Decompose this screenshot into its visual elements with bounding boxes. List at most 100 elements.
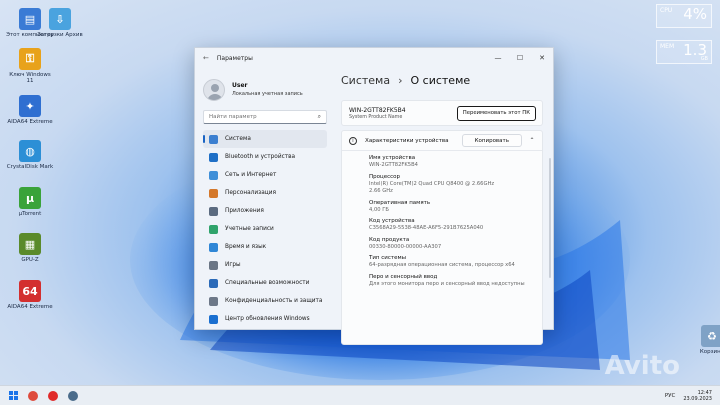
rename-pc-button[interactable]: Переименовать этот ПК [456,105,536,121]
mem-gadget: MEM 1.3 GB [656,40,712,64]
desktop-icon[interactable]: ◍ CrystalDisk Mark [6,140,54,170]
cpu-label: CPU [660,7,673,14]
desktop-icon[interactable]: 64 AIDA64 Extreme [6,280,54,310]
desktop-icon-label: AIDA64 Extreme [7,304,53,310]
desktop-icon-label: GPU-Z [21,257,39,263]
sidebar-item-label: Центр обновления Windows [225,316,310,322]
avatar [203,78,225,101]
user-card[interactable]: User Локальная учетная запись [195,68,335,106]
settings-window: ← Параметры — ☐ ✕ User Локальная учетная… [194,47,554,345]
spec-key: Код устройства [369,218,415,224]
copy-button[interactable]: Копировать [461,134,522,147]
sidebar-item-label: Специальные возможности [225,280,310,286]
desktop-icon-image: ◍ [19,140,41,162]
sidebar-item-icon [209,206,218,216]
desktop-icon-image: ✦ [19,95,41,117]
start-button[interactable] [9,391,18,400]
spec-row: Тип системы 64-разрядная операционная сис… [369,254,542,270]
title-bar: ← Параметры — ☐ ✕ [195,48,553,68]
desktop-icon-image: µ [19,187,41,209]
desktop-icon[interactable]: ♻ Корзина [688,325,720,355]
spec-key: Оперативная память [369,199,431,206]
spec-row: Оперативная память 4,00 ГБ [369,199,542,215]
spec-value-extra: 2.66 GHz [369,188,393,194]
spec-row: Имя устройства WIN-2GTT82FK5B4 [369,154,542,170]
spec-value: WIN-2GTT82FK5B4 [369,162,418,168]
close-button[interactable]: ✕ [531,54,553,62]
cpu-value: 4% [683,5,707,23]
spec-value: C3568A29-5538-48AE-A6F5-291B7625A040 [369,225,484,231]
sidebar-item[interactable]: Центр обновления Windows [203,310,327,328]
sidebar-item-icon [209,152,218,162]
device-specs-header[interactable]: i Характеристики устройства Копировать ⌃ [342,131,542,151]
scrollbar[interactable] [549,158,551,278]
back-arrow-icon[interactable]: ← [203,54,209,62]
spec-key: Процессор [369,173,401,180]
desktop-icon-label: AIDA64 Extreme [7,119,53,125]
spec-value: Для этого монитора перо и сенсорный ввод… [369,280,525,287]
sidebar: User Локальная учетная запись ⌕ Система B… [195,68,335,329]
taskbar-settings-icon[interactable] [68,390,78,401]
spec-key: Имя устройства [369,155,416,161]
chevron-up-icon[interactable]: ⌃ [522,137,542,144]
maximize-button[interactable]: ☐ [509,54,531,62]
spec-value: 00330-80000-00000-AA307 [369,243,442,250]
desktop-icon-label: Загрузки Архив [37,32,83,38]
spec-row: Перо и сенсорный ввод Для этого монитора … [369,273,542,289]
sidebar-item-icon [209,224,218,234]
sidebar-item[interactable]: Время и язык [203,238,327,256]
desktop-icon-label: Корзина [699,349,720,355]
sidebar-item-label: Конфиденциальность и защита [225,298,323,304]
search-box[interactable]: ⌕ [203,110,327,124]
breadcrumb-current: О системе [410,73,471,87]
language-indicator[interactable]: РУС [665,393,676,399]
search-icon: ⌕ [317,113,321,120]
clock[interactable]: 12:47 23.09.2023 [683,390,712,402]
sidebar-item-label: Приложения [225,208,264,214]
clock-date: 23.09.2023 [683,395,712,402]
taskbar-yandex-icon[interactable] [48,390,58,401]
breadcrumb: Система › О системе [341,68,553,92]
main-content: Система › О системе WIN-2GTT82FK5B4 Syst… [341,68,553,345]
spec-value: Intel(R) Core(TM)2 Quad CPU Q8400 @ 2.66… [369,180,495,187]
sidebar-item-icon [209,242,218,252]
device-specs-title: Характеристики устройства [365,137,449,144]
sidebar-item[interactable]: Конфиденциальность и защита [203,292,327,310]
sidebar-item-label: Bluetooth и устройства [225,154,296,160]
pc-name-card: WIN-2GTT82FK5B4 System Product Name Пере… [341,100,543,126]
sidebar-item-icon [209,314,218,324]
sidebar-item[interactable]: Учетные записи [203,220,327,238]
desktop-icon[interactable]: ⚿ Ключ Windows 11 [6,48,54,84]
spec-key: Тип системы [369,255,406,261]
desktop-icon-image: ♻ [701,325,720,347]
taskbar: РУС 12:47 23.09.2023 [0,385,720,405]
minimize-button[interactable]: — [487,54,509,62]
sidebar-item[interactable]: Система [203,130,327,148]
sidebar-item[interactable]: Сеть и Интернет [203,166,327,184]
sidebar-item-label: Персонализация [225,190,276,196]
pc-product: System Product Name [349,114,403,120]
sidebar-item-label: Сеть и Интернет [225,172,277,178]
desktop-icon-image: ⇩ [49,8,71,30]
desktop-icon[interactable]: ⇩ Загрузки Архив [36,8,84,38]
spec-list: Имя устройства WIN-2GTT82FK5B4 Процессор In… [342,151,542,288]
desktop-icon[interactable]: µ µTorrent [6,187,54,217]
sidebar-item[interactable]: Персонализация [203,184,327,202]
desktop-icon-image: 64 [19,280,41,302]
pc-name: WIN-2GTT82FK5B4 [349,106,406,114]
sidebar-item-label: Игры [225,262,241,268]
system-tray: РУС 12:47 23.09.2023 [665,390,720,402]
sidebar-item[interactable]: Приложения [203,202,327,220]
sidebar-item-icon [209,260,218,270]
sidebar-item[interactable]: Bluetooth и устройства [203,148,327,166]
spec-row: Код продукта 00330-80000-00000-AA307 [369,236,542,252]
sidebar-item-label: Время и язык [225,244,267,250]
desktop-icon-label: µTorrent [18,211,42,217]
search-input[interactable] [209,114,318,120]
sidebar-item[interactable]: Игры [203,256,327,274]
taskbar-chrome-icon[interactable] [28,390,38,401]
sidebar-item[interactable]: Специальные возможности [203,274,327,292]
breadcrumb-parent[interactable]: Система [341,74,390,87]
desktop-icon[interactable]: ✦ AIDA64 Extreme [6,95,54,125]
desktop-icon[interactable]: ▦ GPU-Z [6,233,54,263]
